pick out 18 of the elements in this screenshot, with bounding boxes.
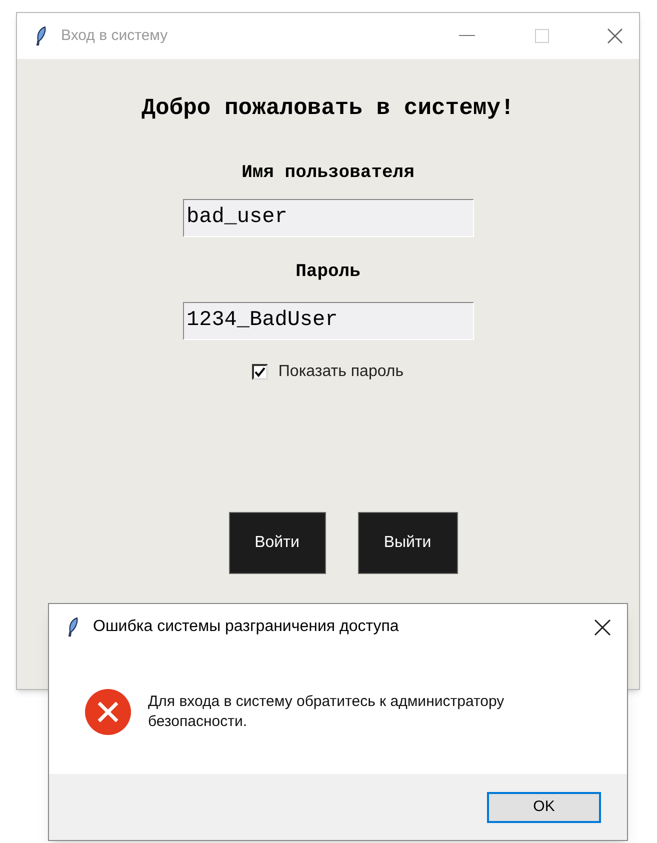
action-button[interactable]: Выйти [358, 512, 458, 574]
checkbox-label: Показать пароль [278, 362, 404, 382]
feather-icon [35, 26, 47, 46]
welcome-heading: Добро пожаловать в систему! [142, 94, 514, 123]
minimize-icon[interactable] [459, 35, 475, 37]
checkbox[interactable] [252, 364, 268, 380]
dialog-title: Ошибка системы разграничения доступа [93, 617, 399, 637]
username-field[interactable]: bad_user [182, 198, 474, 236]
feather-icon [67, 617, 79, 637]
error-message: Для входа в систему обратитесь к администратору безопасности. [148, 692, 506, 732]
password-field[interactable]: 1234_BadUser [182, 302, 474, 340]
password-label: Пароль [296, 260, 360, 284]
username-label: Имя пользователя [242, 162, 414, 184]
error-icon [84, 688, 132, 736]
action-button[interactable]: Войти [228, 512, 326, 574]
ok-button[interactable]: OK [487, 792, 601, 822]
close-icon[interactable] [594, 618, 611, 636]
window-title: Вход в систему [61, 26, 168, 46]
